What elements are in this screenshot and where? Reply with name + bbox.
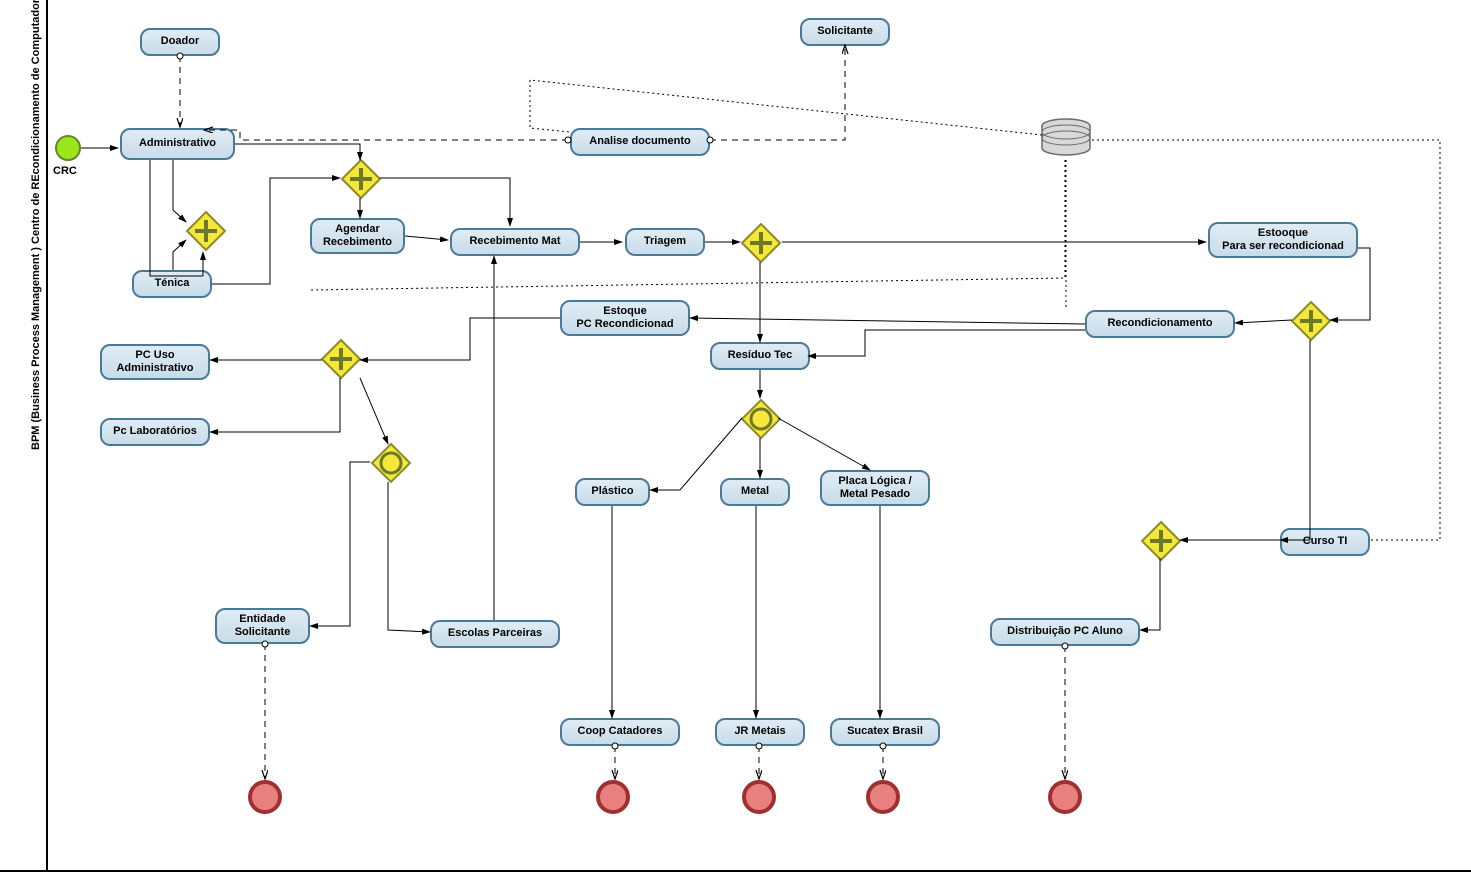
start-event bbox=[55, 135, 81, 161]
gateway-parallel-4 bbox=[320, 338, 362, 380]
task-plastico: Plástico bbox=[575, 478, 650, 506]
task-solicitante: Solicitante bbox=[800, 18, 890, 46]
task-estoque-pc: Estoque PC Recondicionad bbox=[560, 300, 690, 336]
task-tenica: Ténica bbox=[132, 270, 212, 298]
gateway-parallel-3 bbox=[740, 222, 782, 264]
task-coop: Coop Catadores bbox=[560, 718, 680, 746]
task-recondicionamento: Recondicionamento bbox=[1085, 310, 1235, 338]
task-placa: Placa Lógica / Metal Pesado bbox=[820, 470, 930, 506]
bottom-border bbox=[0, 870, 1471, 872]
gateway-inclusive-1 bbox=[370, 442, 412, 484]
gateway-inclusive-2 bbox=[740, 398, 782, 440]
task-entidade: Entidade Solicitante bbox=[215, 608, 310, 644]
end-event-2 bbox=[596, 780, 630, 814]
pool-title: BPM (Business Process Management ) Centr… bbox=[30, 0, 42, 450]
end-event-4 bbox=[866, 780, 900, 814]
pool-border bbox=[46, 0, 48, 870]
datastore-icon bbox=[1040, 118, 1092, 165]
task-metal: Metal bbox=[720, 478, 790, 506]
task-administrativo: Administrativo bbox=[120, 128, 235, 160]
task-recebimento: Recebimento Mat bbox=[450, 228, 580, 256]
task-triagem: Triagem bbox=[625, 228, 705, 256]
end-event-3 bbox=[742, 780, 776, 814]
end-event-1 bbox=[248, 780, 282, 814]
task-escolas: Escolas Parceiras bbox=[430, 620, 560, 648]
start-label: CRC bbox=[53, 165, 77, 177]
end-event-5 bbox=[1048, 780, 1082, 814]
task-analise: Analise documento bbox=[570, 128, 710, 156]
task-doador: Doador bbox=[140, 28, 220, 56]
task-jr-metais: JR Metais bbox=[715, 718, 805, 746]
task-residuo: Resíduo Tec bbox=[710, 342, 810, 370]
task-dist-pc: Distribuição PC Aluno bbox=[990, 618, 1140, 646]
task-agendar: Agendar Recebimento bbox=[310, 218, 405, 254]
bpmn-canvas: BPM (Business Process Management ) Centr… bbox=[0, 0, 1471, 896]
gateway-parallel-5 bbox=[1290, 300, 1332, 342]
task-curso-ti: Curso TI bbox=[1280, 528, 1370, 556]
task-sucatex: Sucatex Brasil bbox=[830, 718, 940, 746]
task-pc-lab: Pc Laboratórios bbox=[100, 418, 210, 446]
task-pc-uso: PC Uso Administrativo bbox=[100, 344, 210, 380]
gateway-parallel-6 bbox=[1140, 520, 1182, 562]
gateway-parallel-2 bbox=[340, 158, 382, 200]
task-estoque-recond: Estooque Para ser recondicionad bbox=[1208, 222, 1358, 258]
gateway-parallel-1 bbox=[185, 210, 227, 252]
